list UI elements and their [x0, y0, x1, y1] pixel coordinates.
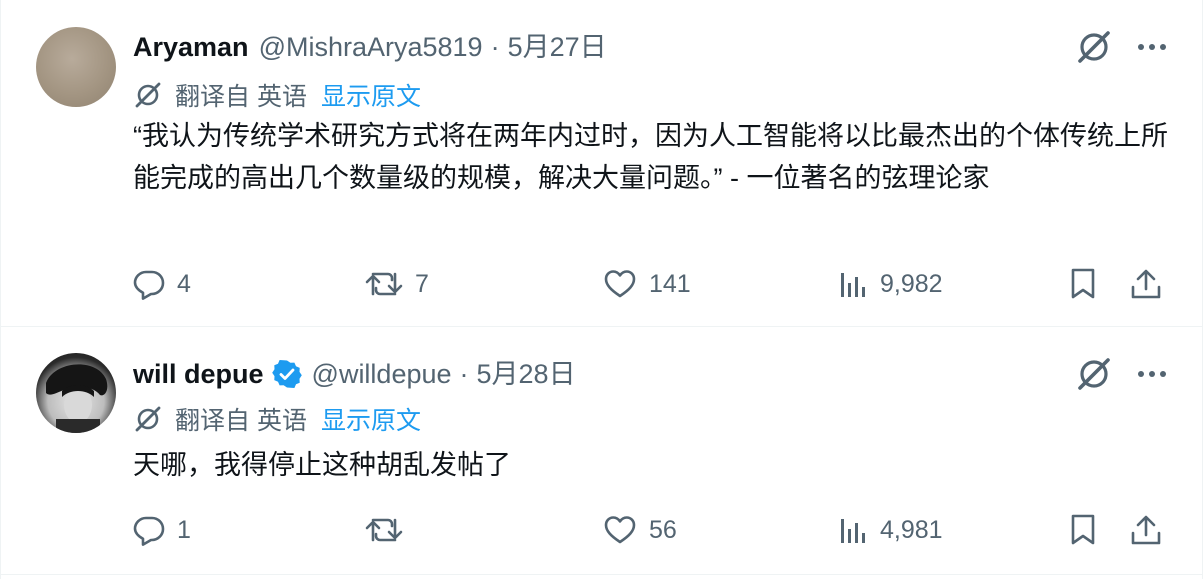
reply-icon — [133, 270, 165, 300]
bookmark-icon — [1071, 268, 1095, 299]
translation-notice: 翻译自 英语 显示原文 — [133, 401, 421, 437]
reply-count: 4 — [177, 269, 191, 298]
views-count: 9,982 — [880, 269, 943, 298]
display-name[interactable]: will depue — [133, 354, 264, 394]
views-icon — [841, 273, 865, 297]
avatar[interactable] — [36, 27, 116, 107]
share-button[interactable] — [1130, 262, 1162, 306]
display-name[interactable]: Aryaman — [133, 27, 249, 67]
tweet-actions: 4 7 141 9,982 — [133, 262, 1173, 306]
like-button[interactable]: 141 — [603, 262, 691, 306]
tweet[interactable]: Aryaman @MishraArya5819 · 5月27日 翻译自 英语 显… — [1, 0, 1202, 327]
tweet-header: Aryaman @MishraArya5819 · 5月27日 — [133, 27, 607, 67]
avatar[interactable] — [36, 353, 116, 433]
bookmark-button[interactable] — [1068, 508, 1098, 552]
like-button[interactable]: 56 — [603, 508, 677, 552]
translated-from-label: 翻译自 英语 — [175, 407, 307, 435]
like-icon — [604, 516, 636, 544]
share-icon — [1131, 515, 1161, 545]
share-icon — [1131, 269, 1161, 299]
bookmark-icon — [1071, 514, 1095, 545]
more-icon — [1138, 371, 1166, 377]
more-button[interactable] — [1132, 27, 1172, 67]
reply-count: 1 — [177, 515, 191, 544]
separator: · — [459, 359, 469, 389]
translate-icon — [133, 80, 163, 110]
timeline: Aryaman @MishraArya5819 · 5月27日 翻译自 英语 显… — [0, 0, 1203, 579]
like-count: 56 — [649, 515, 677, 544]
translated-from-label: 翻译自 英语 — [175, 83, 307, 111]
share-button[interactable] — [1130, 508, 1162, 552]
tweet-date[interactable]: 5月28日 — [477, 354, 576, 394]
tweet-text: “我认为传统学术研究方式将在两年内过时，因为人工智能将以比最杰出的个体传统上所能… — [133, 121, 1168, 193]
show-original-link[interactable]: 显示原文 — [321, 401, 421, 437]
reply-button[interactable]: 1 — [133, 508, 191, 552]
grok-icon — [1078, 31, 1110, 63]
grok-button[interactable] — [1073, 353, 1115, 395]
user-handle[interactable]: @willdepue — [312, 354, 452, 394]
tweet-actions: 1 56 4,981 — [133, 508, 1173, 552]
like-icon — [604, 270, 636, 298]
verified-badge-icon — [271, 359, 302, 389]
retweet-count: 7 — [415, 269, 429, 298]
retweet-icon — [365, 272, 403, 296]
grok-icon — [1078, 358, 1110, 390]
user-handle[interactable]: @MishraArya5819 — [259, 27, 483, 67]
translation-notice: 翻译自 英语 显示原文 — [133, 77, 421, 113]
views-icon — [841, 519, 865, 543]
like-count: 141 — [649, 269, 691, 298]
reply-icon — [133, 516, 165, 546]
grok-button[interactable] — [1073, 26, 1115, 68]
views-button[interactable]: 9,982 — [838, 262, 943, 306]
tweet-date[interactable]: 5月27日 — [508, 27, 607, 67]
bookmark-button[interactable] — [1068, 262, 1098, 306]
retweet-icon — [365, 518, 403, 542]
retweet-button[interactable] — [365, 508, 415, 552]
tweet[interactable]: will depue @willdepue · 5月28日 翻译自 英语 显示原… — [1, 328, 1202, 575]
avatar-image — [46, 364, 108, 433]
retweet-button[interactable]: 7 — [365, 262, 429, 306]
translate-icon — [133, 404, 163, 434]
views-button[interactable]: 4,981 — [838, 508, 943, 552]
tweet-text: 天哪，我得停止这种胡乱发帖了 — [133, 450, 511, 480]
show-original-link[interactable]: 显示原文 — [321, 77, 421, 113]
more-icon — [1138, 44, 1166, 50]
tweet-header: will depue @willdepue · 5月28日 — [133, 354, 576, 394]
views-count: 4,981 — [880, 515, 943, 544]
reply-button[interactable]: 4 — [133, 262, 191, 306]
more-button[interactable] — [1132, 354, 1172, 394]
separator: · — [490, 32, 500, 62]
